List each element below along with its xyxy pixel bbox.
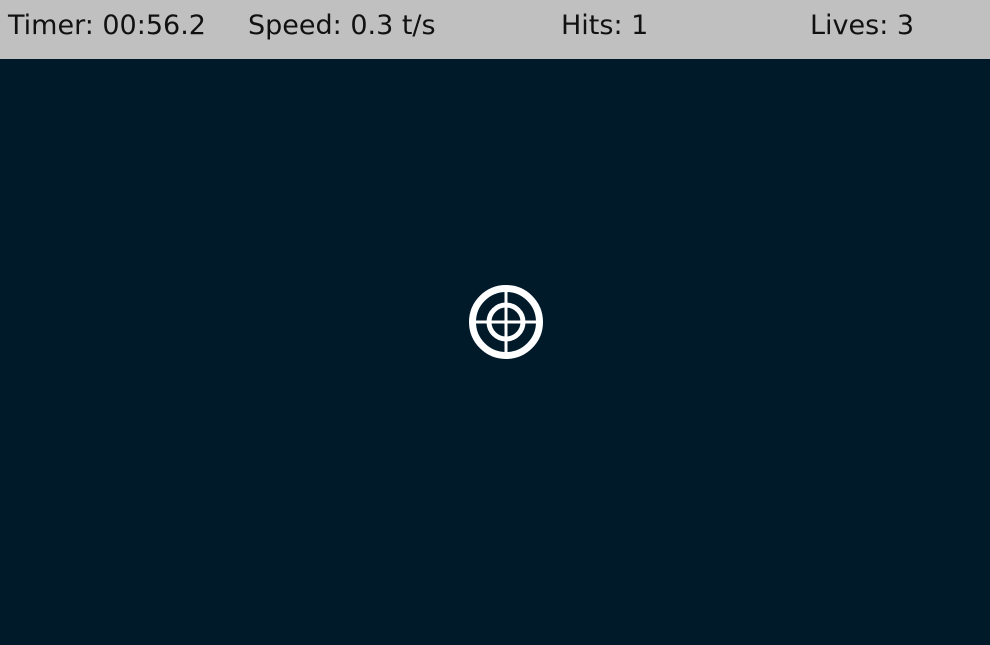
speed-readout: Speed: 0.3 t/s: [248, 10, 436, 41]
hits-counter: Hits: 1: [561, 10, 649, 41]
crosshair-target-icon[interactable]: [468, 284, 544, 360]
game-screen: Timer: 00:56.2 Speed: 0.3 t/s Hits: 1 Li…: [0, 0, 990, 645]
lives-counter: Lives: 3: [810, 10, 915, 41]
hud-bar: Timer: 00:56.2 Speed: 0.3 t/s Hits: 1 Li…: [0, 0, 990, 59]
timer-readout: Timer: 00:56.2: [8, 10, 206, 41]
